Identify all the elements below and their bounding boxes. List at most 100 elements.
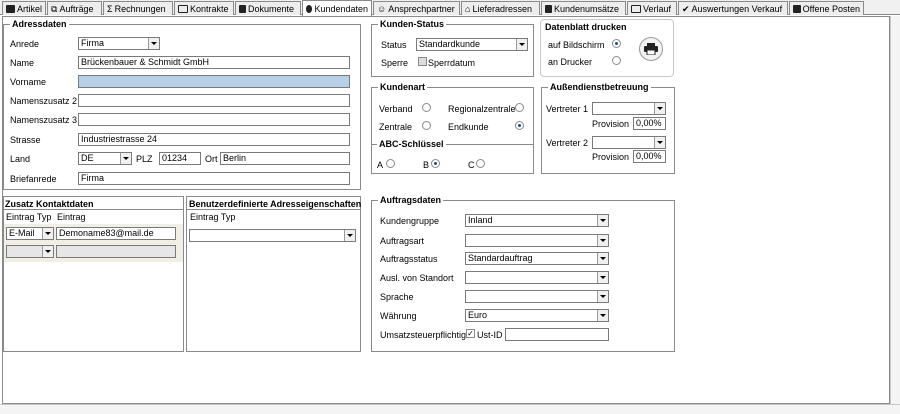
zentrale-radio[interactable] <box>422 121 431 130</box>
document-icon <box>239 4 246 13</box>
vertreter2-label: Vertreter 2 <box>546 138 589 148</box>
abc-b-radio[interactable] <box>431 159 440 168</box>
name-field[interactable]: Brückenbauer & Schmidt GmbH <box>78 56 350 69</box>
land-select[interactable]: DE <box>78 152 132 165</box>
ausl-standort-select[interactable] <box>465 271 609 284</box>
benutzer-title: Benutzerdefinierte Adresseigenschaften <box>189 199 362 209</box>
vertreter1-select[interactable] <box>592 102 666 115</box>
vertreter2-select[interactable] <box>592 136 666 149</box>
benutzer-divider <box>187 209 360 210</box>
zusatz-col-typ: Eintrag Typ <box>6 212 52 222</box>
adressdaten-title: Adressdaten <box>12 19 67 29</box>
waehrung-select[interactable]: Euro <box>465 309 609 322</box>
strasse-field[interactable]: Industriestrasse 24 <box>78 133 350 146</box>
tab-rechnungen[interactable]: Σ Rechnungen <box>103 1 173 15</box>
tab-kundendaten[interactable]: Kundendaten <box>302 0 372 16</box>
tab-kundenumsaetze[interactable]: Kundenumsätze <box>541 1 626 15</box>
auftragsart-label: Auftragsart <box>380 236 425 246</box>
vertical-scrollbar[interactable] <box>890 16 900 404</box>
provision2-field[interactable]: 0,00% <box>633 150 666 163</box>
zusatz-row1-type-select[interactable]: E-Mail <box>6 227 54 240</box>
plz-label: PLZ <box>136 154 153 164</box>
kundengruppe-label: Kundengruppe <box>380 216 440 226</box>
chevron-down-icon <box>597 253 608 264</box>
sperre-checkbox[interactable] <box>418 57 427 66</box>
kundenart-title: Kundenart <box>380 82 425 92</box>
briefanrede-label: Briefanrede <box>10 174 57 184</box>
ustid-field[interactable] <box>505 328 609 341</box>
name-label: Name <box>10 58 35 68</box>
strasse-label: Strasse <box>10 135 41 145</box>
horizontal-scrollbar[interactable] <box>0 404 900 414</box>
briefanrede-field[interactable]: Firma <box>78 172 350 185</box>
kundengruppe-select[interactable]: Inland <box>465 214 609 227</box>
print-button[interactable] <box>639 37 663 61</box>
regionalzentrale-label: Regionalzentrale <box>448 104 516 114</box>
auftragsstatus-select[interactable]: Standardauftrag <box>465 252 609 265</box>
abc-c-label: C <box>468 160 475 170</box>
zusatz-row2-type-select[interactable] <box>6 245 54 258</box>
provision1-label: Provision <box>592 119 630 129</box>
zusatz-row1-value-field[interactable]: Demoname83@mail.de <box>56 227 176 240</box>
abc-a-radio[interactable] <box>386 159 395 168</box>
provision1-field[interactable]: 0,00% <box>633 117 666 130</box>
tab-offene-posten[interactable]: Offene Posten <box>789 1 864 15</box>
film-icon <box>631 4 641 13</box>
tab-auswertungen-verkauf[interactable]: ✔ Auswertungen Verkauf <box>678 1 788 15</box>
endkunde-label: Endkunde <box>448 122 489 132</box>
chevron-down-icon <box>120 153 131 164</box>
chevron-down-icon <box>42 228 53 239</box>
verband-radio[interactable] <box>422 103 431 112</box>
chevron-down-icon <box>148 38 159 49</box>
umsatzsteuer-label: Umsatzsteuerpflichtig <box>380 330 467 340</box>
sprache-select[interactable] <box>465 290 609 303</box>
tab-auftraege[interactable]: ⧉ Aufträge <box>47 1 102 15</box>
ort-field[interactable]: Berlin <box>220 152 350 165</box>
verband-label: Verband <box>379 104 413 114</box>
orders-icon: ⧉ <box>51 3 58 14</box>
bildschirm-label: auf Bildschirm <box>548 40 605 50</box>
tab-artikel[interactable]: Artikel <box>2 1 46 15</box>
namenszusatz3-label: Namenszusatz 3 <box>10 115 78 125</box>
zusatz-row2-value-field[interactable] <box>56 245 176 258</box>
datenblatt-title: Datenblatt drucken <box>545 22 627 32</box>
tab-verlauf[interactable]: Verlauf <box>627 1 677 15</box>
tab-dokumente[interactable]: Dokumente <box>235 1 301 15</box>
vorname-field[interactable] <box>78 75 350 88</box>
waehrung-label: Währung <box>380 311 417 321</box>
auftragsart-select[interactable] <box>465 234 609 247</box>
printer-icon <box>644 43 658 55</box>
tab-kontrakte[interactable]: Kontrakte <box>174 1 234 15</box>
house-icon: ⌂ <box>465 3 471 14</box>
namenszusatz3-field[interactable] <box>78 113 350 126</box>
zentrale-label: Zentrale <box>379 122 413 132</box>
ustid-label: Ust-ID <box>477 330 503 340</box>
aussendienst-title: Außendienstbetreuung <box>550 82 649 92</box>
drucker-radio[interactable] <box>612 56 621 65</box>
contract-icon <box>178 4 188 13</box>
benutzer-type-select[interactable] <box>189 229 356 242</box>
regionalzentrale-radio[interactable] <box>515 103 524 112</box>
kundenstatus-title: Kunden-Status <box>380 19 444 29</box>
plz-field[interactable]: 01234 <box>159 152 201 165</box>
chevron-down-icon <box>42 246 53 257</box>
abc-b-label: B <box>423 160 430 170</box>
chevron-down-icon <box>597 215 608 226</box>
namenszusatz2-field[interactable] <box>78 94 350 107</box>
tab-lieferadressen[interactable]: ⌂ Lieferadressen <box>461 1 540 15</box>
tab-bar: Artikel ⧉ Aufträge Σ Rechnungen Kontrakte … <box>0 0 900 16</box>
anrede-select[interactable]: Firma <box>78 37 160 50</box>
zusatz-col-eintrag: Eintrag <box>57 212 86 222</box>
status-label: Status <box>381 40 407 50</box>
umsatzsteuer-checkbox[interactable]: ✓ <box>466 329 475 338</box>
sperre-label: Sperre <box>381 58 409 68</box>
provision2-label: Provision <box>592 152 630 162</box>
bildschirm-radio[interactable] <box>612 39 621 48</box>
chevron-down-icon <box>597 291 608 302</box>
abc-c-radio[interactable] <box>476 159 485 168</box>
endkunde-radio[interactable] <box>515 121 524 130</box>
auftragsstatus-label: Auftragsstatus <box>380 254 438 264</box>
status-select[interactable]: Standardkunde <box>416 38 528 51</box>
chevron-down-icon <box>597 310 608 321</box>
tab-ansprechpartner[interactable]: ☺ Ansprechpartner <box>373 1 460 15</box>
